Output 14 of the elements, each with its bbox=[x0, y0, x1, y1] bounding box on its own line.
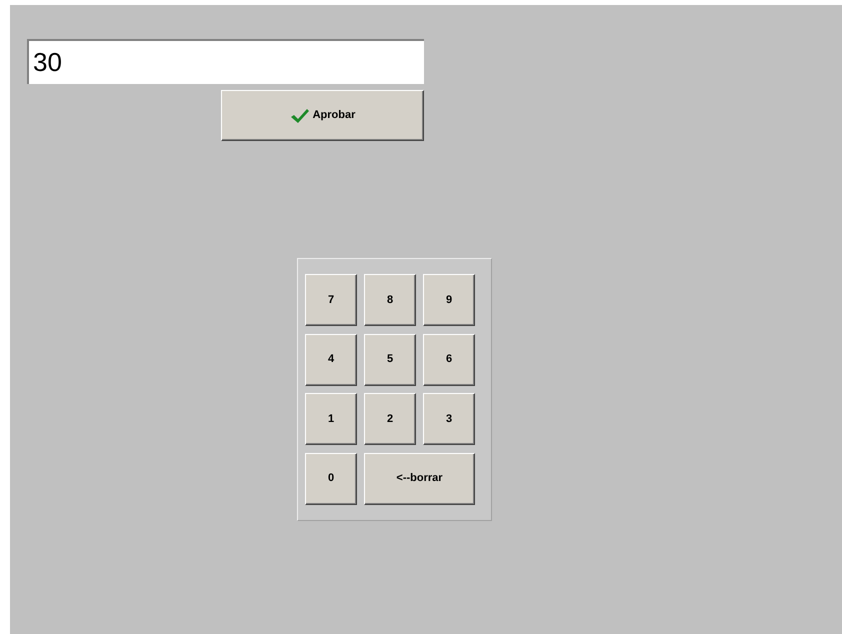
digit-key[interactable]: 0 bbox=[305, 452, 357, 504]
digit-key[interactable]: 3 bbox=[423, 393, 475, 445]
value-field[interactable]: 30 bbox=[27, 39, 424, 84]
digit-key[interactable]: 9 bbox=[423, 274, 475, 326]
check-icon bbox=[290, 108, 310, 124]
digit-key[interactable]: 4 bbox=[305, 334, 357, 386]
digit-key[interactable]: 7 bbox=[305, 274, 357, 326]
backspace-key[interactable]: <--borrar bbox=[364, 452, 475, 504]
digit-key[interactable]: 8 bbox=[364, 274, 416, 326]
digit-key[interactable]: 1 bbox=[305, 393, 357, 445]
approve-button[interactable]: Aprobar bbox=[221, 90, 424, 141]
digit-key[interactable]: 2 bbox=[364, 393, 416, 445]
digit-key[interactable]: 6 bbox=[423, 334, 475, 386]
digit-key[interactable]: 5 bbox=[364, 334, 416, 386]
